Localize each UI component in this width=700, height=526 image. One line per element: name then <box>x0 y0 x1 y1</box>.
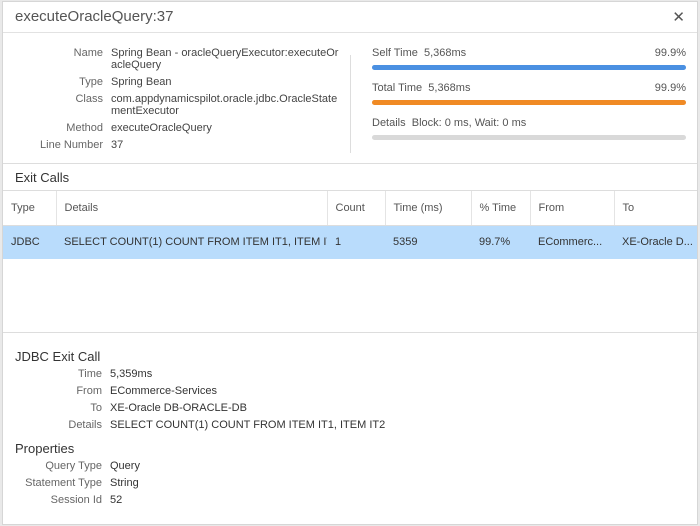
metric-label: Total Time <box>372 82 423 94</box>
field-row: Session Id 52 <box>15 494 685 506</box>
column-header[interactable]: Details <box>55 191 327 226</box>
table-cell: ECommerc... <box>530 225 614 259</box>
info-row: Class com.appdynamicspilot.oracle.jdbc.Or… <box>3 93 351 117</box>
details-bar <box>372 135 686 140</box>
exit-call-dialog: executeOracleQuery:37 ✕ Name Spring Bean … <box>2 1 698 525</box>
field-value: 5,359ms <box>110 368 153 380</box>
field-row: To XE-Oracle DB-ORACLE-DB <box>15 402 685 414</box>
table-cell: 99.7% <box>471 225 530 259</box>
column-header[interactable]: Type <box>3 191 56 226</box>
dialog-title-bar: executeOracleQuery:37 ✕ <box>3 2 697 33</box>
info-row: Type Spring Bean <box>3 76 351 88</box>
field-value: String <box>110 477 139 489</box>
info-value: 37 <box>111 139 124 151</box>
jdbc-exit-call-section: JDBC Exit Call Time 5,359ms From ECommerce-… <box>3 333 697 506</box>
info-value: Spring Bean - oracleQueryExecutor:execut… <box>111 47 339 71</box>
column-header[interactable]: Time (ms) <box>384 191 471 226</box>
table-row[interactable]: JDBC SELECT COUNT(1) COUNT FROM ITEM IT1,… <box>3 225 697 259</box>
table-empty-area <box>3 259 697 333</box>
table-cell: SELECT COUNT(1) COUNT FROM ITEM IT1, ITE… <box>56 225 327 259</box>
column-header[interactable]: From <box>529 191 614 226</box>
table-cell: XE-Oracle D... <box>614 225 697 259</box>
field-label: Statement Type <box>25 477 102 489</box>
info-row: Name Spring Bean - oracleQueryExecutor:ex… <box>3 47 351 71</box>
info-value: Spring Bean <box>111 76 172 88</box>
field-value: ECommerce-Services <box>110 385 217 397</box>
field-label: Time <box>77 368 102 380</box>
column-header[interactable]: % Time <box>470 191 530 226</box>
summary-section: Name Spring Bean - oracleQueryExecutor:ex… <box>3 33 697 164</box>
field-value: XE-Oracle DB-ORACLE-DB <box>110 402 247 414</box>
info-label: Type <box>79 76 103 88</box>
column-header[interactable]: To <box>613 191 697 226</box>
exit-calls-table: Type Details Count Time (ms)% Time From To JD… <box>3 191 697 259</box>
table-cell: 1 <box>327 225 385 259</box>
field-label: From <box>76 385 102 397</box>
field-row: Time 5,359ms <box>15 368 685 380</box>
metric-label: Details <box>372 117 406 129</box>
metric-percent: 99.9% <box>654 82 686 94</box>
metric-label: Self Time <box>372 47 418 59</box>
properties-heading: Properties <box>15 441 75 456</box>
field-value: Query <box>110 460 140 472</box>
table-cell: JDBC <box>3 225 56 259</box>
field-row: Statement Type String <box>15 477 685 489</box>
details-metric: Details Block: 0 ms, Wait: 0 ms <box>372 117 686 140</box>
metric-value: 5,368ms <box>423 47 467 59</box>
self-bar-fill <box>372 65 686 70</box>
divider <box>350 55 351 153</box>
field-value: 52 <box>110 494 123 506</box>
field-row: Query Type Query <box>15 460 685 472</box>
metric-percent: 99.9% <box>654 47 686 59</box>
info-row: Line Number 37 <box>3 139 351 151</box>
column-header[interactable]: Count <box>326 191 385 226</box>
table-cell: 5359 <box>385 225 471 259</box>
field-label: To <box>90 402 102 414</box>
field-row: From ECommerce-Services <box>15 385 685 397</box>
total-time-metric: Total Time 5,368ms 99.9% <box>372 82 686 105</box>
field-row: Details SELECT COUNT(1) COUNT FROM ITEM I… <box>15 419 685 431</box>
metric-value: Block: 0 ms, Wait: 0 ms <box>411 117 527 129</box>
info-label: Class <box>75 93 103 105</box>
metric-value: 5,368ms <box>428 82 471 94</box>
self-time-metric: Self Time 5,368ms 99.9% <box>372 47 686 70</box>
info-label: Method <box>66 122 103 134</box>
field-value: SELECT COUNT(1) COUNT FROM ITEM IT1, ITE… <box>110 419 386 431</box>
field-label: Query Type <box>45 460 102 472</box>
field-label: Session Id <box>50 494 102 506</box>
info-label: Name <box>73 47 103 59</box>
total-time-bar <box>372 100 686 105</box>
info-list: Name Spring Bean - oracleQueryExecutor:ex… <box>3 47 351 156</box>
dialog-title: executeOracleQuery:37 <box>15 8 174 25</box>
info-value: com.appdynamicspilot.oracle.jdbc.OracleS… <box>111 93 338 117</box>
exit-calls-heading: Exit Calls <box>3 164 697 191</box>
field-label: Details <box>68 419 102 431</box>
info-row: Method executeOracleQuery <box>3 122 351 134</box>
info-value: executeOracleQuery <box>111 122 212 134</box>
self-time-bar <box>372 65 686 70</box>
close-icon[interactable]: ✕ <box>672 8 685 26</box>
jdbc-heading: JDBC Exit Call <box>15 349 101 364</box>
total-bar-fill <box>372 100 686 105</box>
info-label: Line Number <box>40 139 103 151</box>
